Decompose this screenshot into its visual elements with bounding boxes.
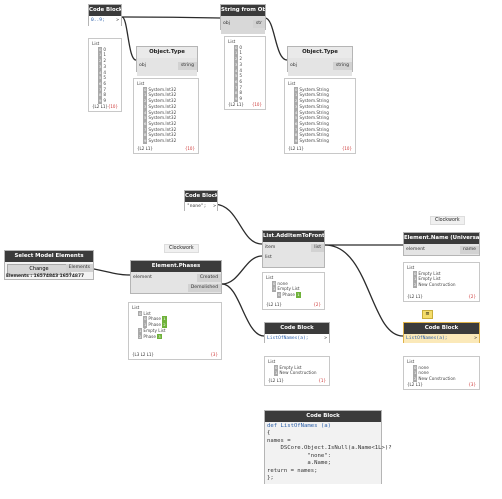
preview-levels: {L2 L1} bbox=[228, 102, 244, 108]
code-text[interactable]: "none"; bbox=[187, 204, 206, 209]
node-title: Element.Name (Universal) bbox=[404, 233, 479, 244]
code-text[interactable]: ListOfNames(a); bbox=[267, 336, 309, 341]
node-title: Code Block bbox=[265, 411, 381, 422]
preview-count: {10} bbox=[251, 102, 262, 108]
node-title: Code Block bbox=[89, 5, 121, 16]
note-icon[interactable]: ≡ bbox=[422, 310, 433, 319]
preview-count: {2} bbox=[468, 294, 476, 300]
preview-count: {3} bbox=[468, 382, 476, 388]
output-port-demolished[interactable]: Demolished bbox=[187, 284, 221, 292]
node-title: Code Block bbox=[265, 323, 329, 334]
additem-preview: List 0 none 1 Empty List 0 Phase 1 {L2 L1} … bbox=[262, 272, 325, 310]
output-port-string[interactable]: string bbox=[177, 62, 197, 70]
type2-preview: List 0 System.String 1 System.String 2 Syst… bbox=[284, 78, 356, 154]
output-port[interactable]: > bbox=[324, 336, 327, 341]
preview-levels: {L3 L2 L1} bbox=[132, 352, 154, 358]
str-preview: List 00 11 22 33 44 55 66 77 88 99 {L2 L… bbox=[224, 36, 266, 110]
input-port-item[interactable]: item bbox=[263, 244, 275, 252]
node-title: List.AddItemToFront bbox=[263, 231, 324, 242]
preview-levels: {L2 L1} bbox=[266, 302, 282, 308]
input-port-obj[interactable]: obj bbox=[137, 62, 146, 70]
selection-status: Elements : 16574843 16574877 bbox=[6, 274, 85, 279]
code-line-1[interactable]: def ListOfNames (a) bbox=[267, 423, 331, 430]
node-title: Code Block bbox=[404, 323, 479, 334]
input-port-list[interactable]: list bbox=[263, 254, 272, 262]
output-port-str[interactable]: str bbox=[252, 20, 265, 28]
list-item: 0 Phase 1 bbox=[277, 292, 301, 298]
input-port-element[interactable]: element bbox=[404, 246, 425, 254]
list-item: 99 bbox=[234, 96, 243, 102]
input-port-obj[interactable]: obj bbox=[288, 62, 297, 70]
preview-count: {10} bbox=[107, 104, 118, 110]
list-item: 2 Phase 3 bbox=[138, 333, 162, 340]
list-item: 1 New Construction bbox=[274, 370, 317, 377]
preview-levels: {L2 L1} bbox=[407, 294, 423, 300]
input-port-element[interactable]: element bbox=[131, 274, 152, 282]
preview-levels: {L2 L1} bbox=[407, 382, 423, 388]
list-additemtofront-node[interactable]: List.AddItemToFront item list list bbox=[262, 230, 325, 268]
elname-preview: List 0 Empty List 1 Empty List 2 New Constr… bbox=[403, 262, 480, 302]
list-item: 99 bbox=[98, 98, 107, 104]
node-title: Object.Type bbox=[137, 47, 197, 58]
output-port-created[interactable]: Created bbox=[196, 274, 221, 282]
element-phases-node[interactable]: Element.Phases element Created Demolishe… bbox=[130, 260, 222, 294]
code-block-def-node[interactable]: Code Block def ListOfNames (a) { names =… bbox=[264, 410, 392, 484]
select-model-elements-node[interactable]: Select Model Elements Change Elements El… bbox=[4, 250, 94, 280]
output-port[interactable]: > bbox=[474, 336, 477, 341]
preview-levels: {L2 L1} bbox=[92, 104, 108, 110]
preview-count: {1} bbox=[318, 378, 326, 384]
output-port[interactable]: > bbox=[116, 18, 119, 23]
preview-count: {3} bbox=[210, 352, 218, 358]
code-block-listofnames-node-2[interactable]: Code Block ListOfNames(a); > bbox=[403, 322, 480, 343]
preview-levels: {L2 L1} bbox=[268, 378, 284, 384]
preview-count: {2} bbox=[313, 302, 321, 308]
code-text[interactable]: ListOfNames(a); bbox=[406, 336, 448, 341]
code-text[interactable]: 0..9; bbox=[91, 18, 105, 23]
type1-preview: List 0 System.Int32 1 System.Int32 2 System… bbox=[133, 78, 199, 154]
list-item: 9 System.Int32 bbox=[143, 138, 177, 144]
cb1-preview: List 0 Empty List 1 New Construction {L2 L… bbox=[264, 356, 330, 386]
code-line-8[interactable]: }; bbox=[267, 475, 274, 482]
string-from-object-node[interactable]: String from Object obj str bbox=[220, 4, 266, 34]
output-port-list[interactable]: list bbox=[311, 244, 324, 252]
node-title: Element.Phases bbox=[131, 261, 221, 272]
clockwork-label-2: Clockwork bbox=[430, 216, 465, 225]
output-port[interactable]: > bbox=[213, 204, 216, 209]
preview-count: {10} bbox=[184, 146, 195, 152]
code-block-listofnames-node-1[interactable]: Code Block ListOfNames(a); > bbox=[264, 322, 330, 343]
node-title: String from Object bbox=[221, 5, 265, 16]
code-line-4[interactable]: DSCore.Object.IsNull(a.Name<1L>)? bbox=[267, 445, 391, 452]
preview-count: {10} bbox=[341, 146, 352, 152]
range-preview: List 00 11 22 33 44 55 66 77 88 99 {L2 L… bbox=[88, 38, 122, 112]
node-title: Object.Type bbox=[288, 47, 352, 58]
list-item: 2 New Construction bbox=[413, 376, 456, 382]
element-name-node[interactable]: Element.Name (Universal) element name bbox=[403, 232, 480, 256]
output-port-string[interactable]: string bbox=[332, 62, 352, 70]
output-port-elements[interactable]: Elements bbox=[65, 264, 93, 272]
preview-levels: {L2 L1} bbox=[288, 146, 304, 152]
list-item: 9 System.String bbox=[294, 138, 329, 144]
node-title: Select Model Elements bbox=[5, 251, 93, 262]
input-port-obj[interactable]: obj bbox=[221, 20, 230, 28]
cb2-preview: List 0 none 1 none 2 New Construction {L2 L… bbox=[403, 356, 480, 390]
code-line-2[interactable]: { bbox=[267, 430, 270, 437]
code-line-6[interactable]: a.Name; bbox=[267, 460, 331, 467]
object-type-node-2[interactable]: Object.Type obj string bbox=[287, 46, 353, 76]
list-item: 2 New Construction bbox=[413, 282, 456, 288]
object-type-node-1[interactable]: Object.Type obj string bbox=[136, 46, 198, 76]
code-line-7[interactable]: return = names; bbox=[267, 468, 318, 475]
preview-levels: {L2 L1} bbox=[137, 146, 153, 152]
output-port-name[interactable]: name bbox=[459, 246, 479, 254]
phases-preview: List 0 List 0 Phase 1 1 Phase 2 1 Empty List… bbox=[128, 302, 222, 360]
clockwork-label-1: Clockwork bbox=[164, 244, 199, 253]
code-block-none-node[interactable]: Code Block "none"; > bbox=[184, 190, 218, 211]
node-title: Code Block bbox=[185, 191, 217, 202]
code-block-range-node[interactable]: Code Block 0..9; > bbox=[88, 4, 122, 26]
